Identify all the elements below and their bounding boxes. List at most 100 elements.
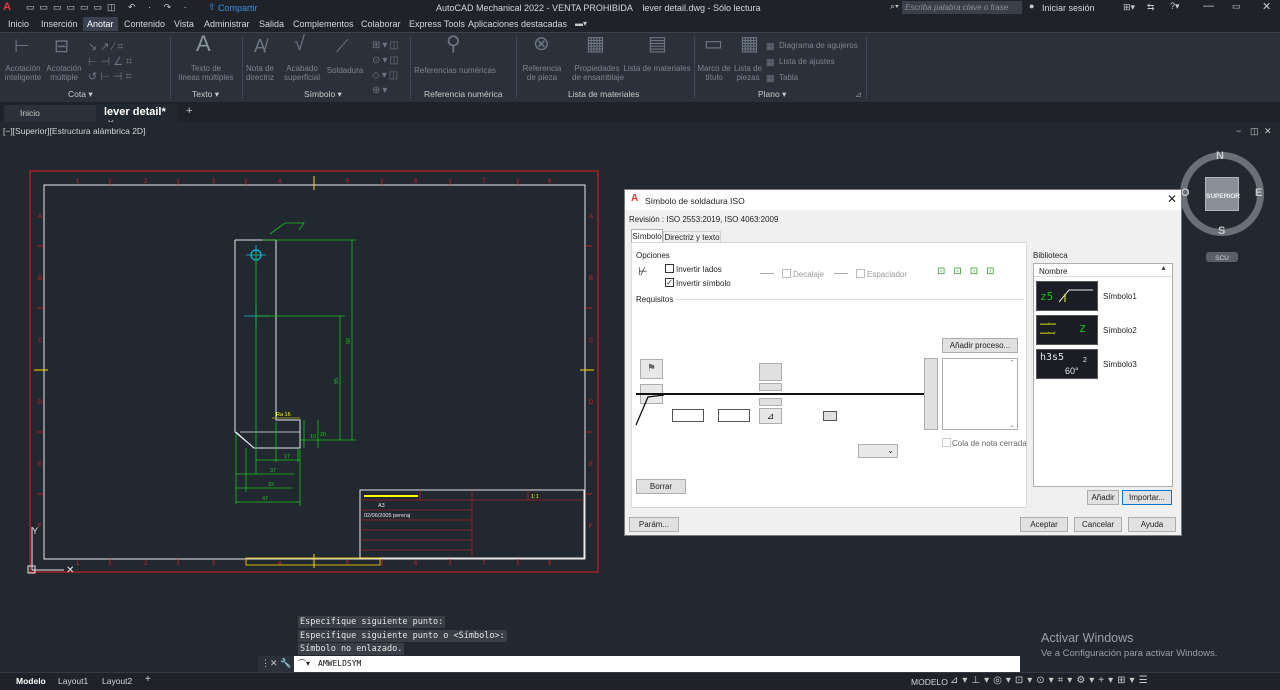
panel-texto[interactable]: Texto ▾ (192, 89, 219, 100)
command-recent-icon[interactable]: ⌒▾ (298, 658, 310, 669)
dim-text[interactable]: 47 (262, 496, 268, 502)
cart-icon[interactable]: ⊞▾ (1123, 2, 1135, 13)
tab-lever-detail[interactable]: lever detail* ✕ (96, 104, 178, 128)
panel-plano[interactable]: Plano ▾ (758, 89, 786, 100)
dialog-titlebar[interactable]: A Símbolo de soldadura ISO ✕ (625, 190, 1181, 210)
menu-inicio[interactable]: Inicio (8, 19, 29, 29)
viewport-close-icon[interactable]: ✕ (1264, 126, 1272, 137)
invertir-simbolo-checkbox[interactable]: ✓ (665, 278, 674, 287)
menu-anotar[interactable]: Anotar (83, 17, 118, 31)
parts-list-icon[interactable]: ▦ (740, 34, 759, 54)
panel-lista-materiales[interactable]: Lista de materiales (568, 89, 639, 99)
app-logo[interactable]: A (3, 1, 11, 13)
roughness-text[interactable]: Ra 16 (276, 412, 291, 418)
ayuda-button[interactable]: Ayuda (1128, 517, 1176, 532)
maximize-icon[interactable]: ▭ (1232, 1, 1241, 12)
aceptar-button[interactable]: Aceptar (1020, 517, 1068, 532)
assembly-properties-icon[interactable]: ▦ (586, 34, 605, 54)
dimension-box-center[interactable] (718, 409, 750, 422)
anadir-proceso-button[interactable]: Añadir proceso... (942, 338, 1018, 353)
menu-vista[interactable]: Vista (174, 19, 194, 29)
layout-tab-layout2[interactable]: Layout2 (102, 676, 132, 686)
cola-checkbox[interactable] (942, 438, 951, 447)
panel-simbolo[interactable]: Símbolo ▾ (304, 89, 342, 100)
importar-button[interactable]: Importar... (1122, 490, 1172, 505)
panel-expand-icon[interactable]: ⊿ (855, 90, 862, 99)
process-select[interactable]: ⌄ (858, 444, 898, 458)
cancelar-button[interactable]: Cancelar (1074, 517, 1122, 532)
hole-chart-icon[interactable]: ▦ (766, 40, 775, 52)
weld-symbol-top-button[interactable] (759, 383, 782, 391)
viewcube-east[interactable]: E (1255, 187, 1262, 199)
tool-diagrama-agujeros[interactable]: Diagrama de agujeros (779, 41, 858, 50)
menu-express-tools[interactable]: Express Tools (409, 19, 465, 29)
tab-inicio[interactable]: Inicio (4, 105, 96, 122)
tool-nota-directriz[interactable]: Nota de directriz (240, 64, 280, 82)
invertir-lados-checkbox[interactable] (665, 264, 674, 273)
model-space-toggle[interactable]: MODELO (911, 677, 948, 687)
viewcube-top-face[interactable]: SUPERIOR (1205, 177, 1240, 211)
multi-dimension-icon[interactable]: ⊟ (54, 37, 69, 55)
command-grip[interactable]: ⋮✕ 🔧 (258, 656, 294, 672)
library-item[interactable]: h3s5 2 60° Símbolo3 (1035, 348, 1171, 380)
dimension-box-left[interactable] (672, 409, 704, 422)
dim-text[interactable]: 10 (310, 434, 316, 440)
quick-access-icons[interactable]: ▭▭▭▭▭▭◫ ↶ · ↷ · (26, 2, 192, 13)
supplementary-symbol-button[interactable] (759, 363, 782, 381)
tool-lista-ajustes[interactable]: Lista de ajustes (779, 57, 835, 66)
multiline-text-icon[interactable]: A (196, 33, 211, 55)
tool-marco-titulo[interactable]: Marco de título (694, 64, 734, 82)
dim-text[interactable]: 50 (346, 338, 352, 344)
param-button[interactable]: Parám... (629, 517, 679, 532)
anadir-button[interactable]: Añadir (1087, 490, 1119, 505)
dimension-lines[interactable] (235, 222, 356, 506)
ribbon-toggle-icon[interactable]: ▬▾ (575, 19, 587, 28)
tool-propiedades-ensamblaje[interactable]: Propiedades de ensamblaje (572, 64, 624, 82)
command-input[interactable]: AMWELDSYM (318, 659, 361, 668)
menu-salida[interactable]: Salida (259, 19, 284, 29)
search-icon[interactable]: ⌕▾ (890, 1, 899, 12)
dim-text[interactable]: 17 (284, 454, 290, 460)
close-icon[interactable]: ✕ (1262, 0, 1271, 13)
tool-texto-lineas-multiples[interactable]: Texto de líneas múltiples (176, 64, 236, 82)
viewcube-west[interactable]: O (1181, 187, 1190, 199)
length-box[interactable]: − (823, 411, 837, 421)
search-input[interactable]: Escriba palabra clave o frase (902, 1, 1022, 14)
minimize-icon[interactable]: — (1203, 0, 1214, 12)
tool-tabla[interactable]: Tabla (779, 73, 798, 82)
drawing-sheet[interactable]: 1 2 3 4 5 6 7 8 1 2 3 4 5 6 7 8 A B C D … (0, 122, 620, 592)
balloon-icon[interactable]: ⚲ (446, 34, 461, 54)
login-button[interactable]: Iniciar sesión (1042, 3, 1095, 13)
menu-administrar[interactable]: Administrar (204, 19, 250, 29)
flag-button[interactable]: ⚑ (640, 359, 663, 379)
add-layout-icon[interactable]: + (145, 674, 151, 685)
new-tab-icon[interactable]: + (186, 105, 192, 117)
espaciador-checkbox[interactable] (856, 269, 865, 278)
dim-text[interactable]: 37 (270, 468, 276, 474)
viewcube-south[interactable]: S (1218, 225, 1225, 237)
tool-lista-piezas[interactable]: Lista de piezas (732, 64, 764, 82)
borrar-button[interactable]: Borrar (636, 479, 686, 494)
tab-simbolo[interactable]: Símbolo (631, 229, 663, 243)
tool-acotacion-inteligente[interactable]: Acotación inteligente (2, 64, 44, 82)
panel-referencia-numerica[interactable]: Referencia numérica (424, 89, 502, 99)
menu-insercion[interactable]: Inserción (41, 19, 78, 29)
library-header[interactable]: Nombre ▲ (1034, 264, 1172, 277)
tail-button[interactable] (924, 358, 938, 430)
layout-tab-modelo[interactable]: Modelo (16, 676, 46, 686)
bom-icon[interactable]: ▤ (648, 34, 667, 54)
symbol-tools-icons[interactable]: ⊞▾◫ ⊙▾◫ ◇▾◫ ⊕▾ (372, 38, 401, 98)
tool-acabado-superficial[interactable]: Acabado superficial (280, 64, 324, 82)
exchange-icon[interactable]: ⇆ (1147, 2, 1155, 13)
share-icon[interactable]: ⇧ (208, 2, 216, 13)
part-reference-icon[interactable]: ⊗ (533, 34, 550, 54)
tool-acotacion-multiple[interactable]: Acotación múltiple (44, 64, 84, 82)
scroll-down-icon[interactable]: ⌄ (1009, 421, 1015, 429)
user-icon[interactable]: ● (1029, 1, 1034, 11)
share-button[interactable]: Compartir (218, 3, 258, 13)
library-item[interactable]: z5 Símbolo1 (1035, 280, 1171, 312)
help-icon[interactable]: ?▾ (1170, 1, 1180, 12)
weld-fillet-button[interactable]: ⊿ (759, 408, 782, 424)
leader-note-icon[interactable]: A̸ (254, 37, 266, 55)
tool-soldadura[interactable]: Soldadura (324, 66, 366, 75)
